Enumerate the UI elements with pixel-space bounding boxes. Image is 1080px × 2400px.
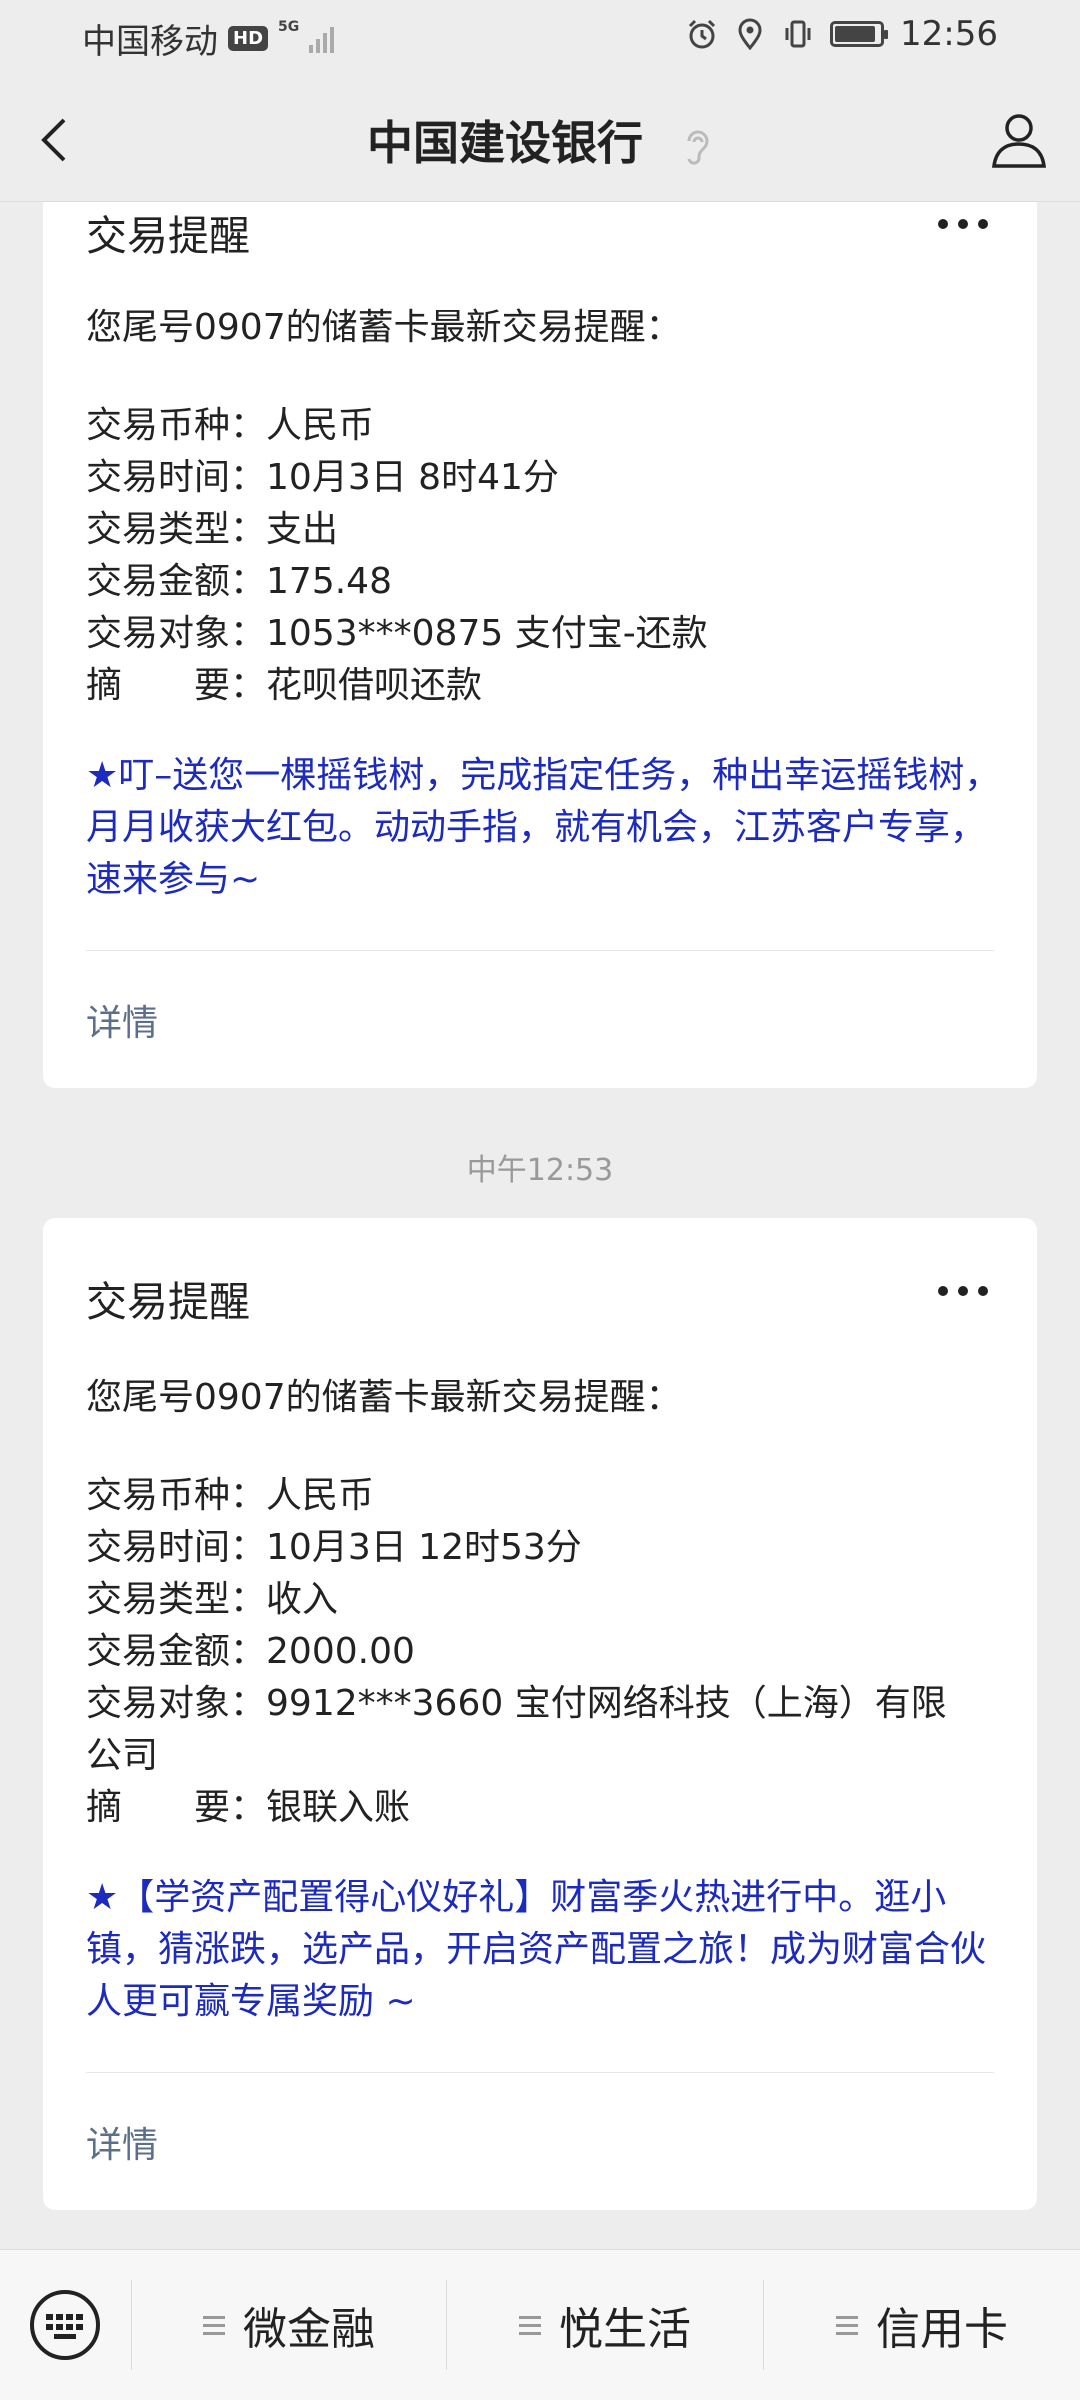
battery-icon — [830, 21, 889, 47]
ear-icon — [687, 130, 709, 165]
field-counterparty: 交易对象：1053***0875 支付宝-还款 — [86, 613, 708, 654]
field-counterparty-cont: 公司 — [86, 1735, 159, 1776]
card-divider — [86, 2072, 994, 2073]
bottom-menu-bar: 微金融 悦生活 信用卡 — [0, 2249, 1080, 2400]
menu-list-icon — [203, 2315, 225, 2335]
detail-link[interactable]: 详情 — [86, 994, 158, 1046]
hd-badge: HD — [228, 26, 269, 51]
field-time: 交易时间：10月3日 8时41分 — [86, 457, 559, 498]
menu-weijinrong[interactable]: 微金融 — [132, 2250, 446, 2400]
profile-icon[interactable] — [988, 108, 1050, 170]
field-amount: 交易金额：2000.00 — [86, 1631, 415, 1672]
promo-text[interactable]: ★【学资产配置得心仪好礼】财富季火热进行中。逛小镇，猜涨跌，选产品，开启资产配置… — [86, 1872, 1006, 2028]
field-summary: 摘 要：银联入账 — [86, 1787, 411, 1828]
menu-label: 信用卡 — [876, 2304, 1008, 2355]
signal-icon — [309, 25, 335, 53]
card-title: 交易提醒 — [86, 212, 250, 260]
menu-yueshenghuo[interactable]: 悦生活 — [447, 2250, 763, 2400]
promo-text[interactable]: ★叮–送您一棵摇钱树，完成指定任务，种出幸运摇钱树，月月收获大红包。动动手指，就… — [86, 750, 1006, 906]
field-summary: 摘 要：花呗借呗还款 — [86, 665, 483, 706]
status-bar: 中国移动 HD 5G 12:56 — [0, 0, 1080, 72]
location-icon — [738, 18, 762, 50]
card-title: 交易提醒 — [86, 1278, 250, 1326]
message-card-2: 交易提醒 您尾号0907的储蓄卡最新交易提醒： 交易币种：人民币 交易时间：10… — [43, 1218, 1037, 2210]
field-type: 交易类型：支出 — [86, 509, 339, 550]
carrier-name: 中国移动 — [82, 22, 218, 62]
network-type: 5G — [278, 18, 300, 35]
field-currency: 交易币种：人民币 — [86, 1475, 375, 1516]
status-right: 12:56 — [686, 14, 998, 54]
keyboard-icon[interactable] — [28, 2288, 102, 2362]
intro-text: 您尾号0907的储蓄卡最新交易提醒： — [86, 307, 682, 348]
more-icon[interactable] — [937, 1284, 989, 1298]
page-title: 中国建设银行 — [0, 107, 1080, 173]
more-icon[interactable] — [937, 217, 989, 231]
field-type: 交易类型：收入 — [86, 1579, 339, 1620]
card-divider — [86, 950, 994, 951]
field-counterparty: 交易对象：9912***3660 宝付网络科技（上海）有限 — [86, 1683, 947, 1724]
alarm-icon — [688, 19, 716, 49]
field-currency: 交易币种：人民币 — [86, 405, 375, 446]
menu-label: 微金融 — [243, 2304, 375, 2355]
menu-label: 悦生活 — [559, 2304, 691, 2355]
menu-xinyongka[interactable]: 信用卡 — [764, 2250, 1080, 2400]
timestamp: 中午12:53 — [466, 1153, 614, 1188]
detail-link[interactable]: 详情 — [86, 2116, 158, 2168]
menu-list-icon — [836, 2315, 858, 2335]
clock: 12:56 — [900, 14, 998, 54]
title-text: 中国建设银行 — [366, 116, 643, 170]
message-card-1: 交易提醒 您尾号0907的储蓄卡最新交易提醒： 交易币种：人民币 交易时间：10… — [43, 202, 1037, 1088]
intro-text: 您尾号0907的储蓄卡最新交易提醒： — [86, 1377, 682, 1418]
field-time: 交易时间：10月3日 12时53分 — [86, 1527, 582, 1568]
field-amount: 交易金额：175.48 — [86, 561, 392, 602]
chat-header: 中国建设银行 — [0, 72, 1080, 202]
carrier-group: 中国移动 HD 5G — [82, 14, 335, 63]
menu-list-icon — [519, 2315, 541, 2335]
vibrate-icon — [785, 20, 811, 48]
